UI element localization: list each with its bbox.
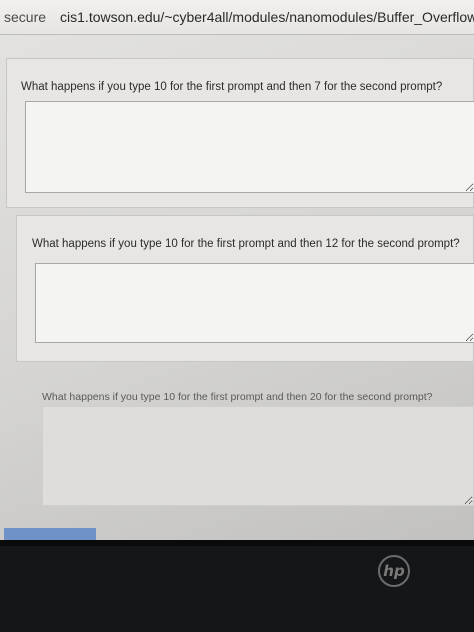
submit-button-partial[interactable]: [4, 528, 96, 540]
question-card-3: What happens if you type 10 for the firs…: [24, 372, 474, 512]
security-indicator[interactable]: secure: [0, 9, 46, 25]
url-text[interactable]: cis1.towson.edu/~cyber4all/modules/nanom…: [60, 9, 474, 25]
question-3-label: What happens if you type 10 for the firs…: [42, 391, 433, 403]
monitor-screen: secure cis1.towson.edu/~cyber4all/module…: [0, 0, 474, 540]
monitor-bezel: [0, 540, 474, 546]
question-card-1: What happens if you type 10 for the firs…: [6, 58, 474, 208]
question-card-2: What happens if you type 10 for the firs…: [16, 215, 474, 362]
answer-2-textarea[interactable]: [35, 263, 474, 343]
question-1-label: What happens if you type 10 for the firs…: [21, 81, 443, 93]
answer-1-textarea[interactable]: [25, 101, 474, 193]
address-bar[interactable]: secure cis1.towson.edu/~cyber4all/module…: [0, 0, 474, 35]
hp-logo-icon: hp: [378, 555, 410, 587]
question-2-label: What happens if you type 10 for the firs…: [32, 238, 460, 250]
hp-logo-text: hp: [383, 562, 405, 580]
answer-3-textarea[interactable]: [42, 406, 474, 506]
